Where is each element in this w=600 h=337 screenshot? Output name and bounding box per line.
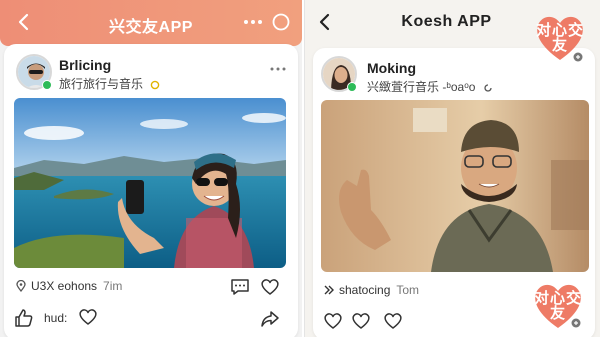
verified-icon (347, 82, 357, 92)
settings-dot-icon (571, 318, 581, 328)
badge-text: 对心交友 (535, 22, 584, 54)
settings-dot-icon (573, 52, 583, 62)
left-phone-screen: 兴交友APP Brlicing 旅行旅行与音乐 U3X eohons 7im h… (0, 0, 302, 337)
share-text: shatocing (339, 283, 391, 297)
post-meta: shatocing Tom (339, 283, 419, 297)
location-pin-icon (16, 280, 26, 292)
settings-dot-icon (484, 84, 492, 92)
share-icon[interactable] (260, 310, 280, 328)
timestamp: 7im (103, 279, 123, 293)
location-text: U3X eohons (31, 279, 98, 293)
username[interactable]: Moking (367, 60, 416, 76)
brand-heart-badge[interactable]: 对心交友 (535, 14, 585, 62)
post-photo[interactable] (321, 100, 589, 272)
heart-icon[interactable] (323, 312, 343, 330)
username[interactable]: Brlicing (59, 57, 111, 73)
right-phone-screen: Koesh APP Moking 兴緻萓行音乐 -ᵇoaᵒo shatocing… (304, 0, 600, 337)
post-card: Brlicing 旅行旅行与音乐 U3X eohons 7im hud: (4, 44, 298, 337)
heart-icon[interactable] (383, 312, 403, 330)
settings-dot-icon (151, 80, 160, 90)
post-meta: U3X eohons 7im (31, 279, 122, 293)
heart-icon[interactable] (78, 308, 98, 326)
brand-heart-badge[interactable]: 对心交友 (533, 282, 583, 330)
post-photo[interactable] (14, 98, 286, 268)
user-subtitle: 旅行旅行与音乐 (59, 75, 160, 92)
verified-icon (42, 80, 52, 90)
top-bar: 兴交友APP (0, 0, 302, 46)
thumbs-up-icon[interactable] (14, 308, 34, 328)
more-icon[interactable] (242, 12, 264, 32)
badge-text: 对心交友 (533, 290, 582, 322)
heart-icon[interactable] (260, 278, 280, 296)
user-subtitle: 兴緻萓行音乐 -ᵇoaᵒo (367, 78, 493, 95)
comment-icon[interactable] (230, 278, 250, 296)
like-label: hud: (44, 311, 68, 325)
heart-icon[interactable] (351, 312, 371, 330)
subtitle-text: 旅行旅行与音乐 (59, 77, 144, 91)
forward-arrow-icon (324, 285, 334, 295)
more-icon[interactable] (270, 66, 286, 72)
circle-icon[interactable] (272, 13, 290, 31)
share-user: Tom (396, 283, 420, 297)
subtitle-text: 兴緻萓行音乐 -ᵇoaᵒo (367, 80, 476, 94)
